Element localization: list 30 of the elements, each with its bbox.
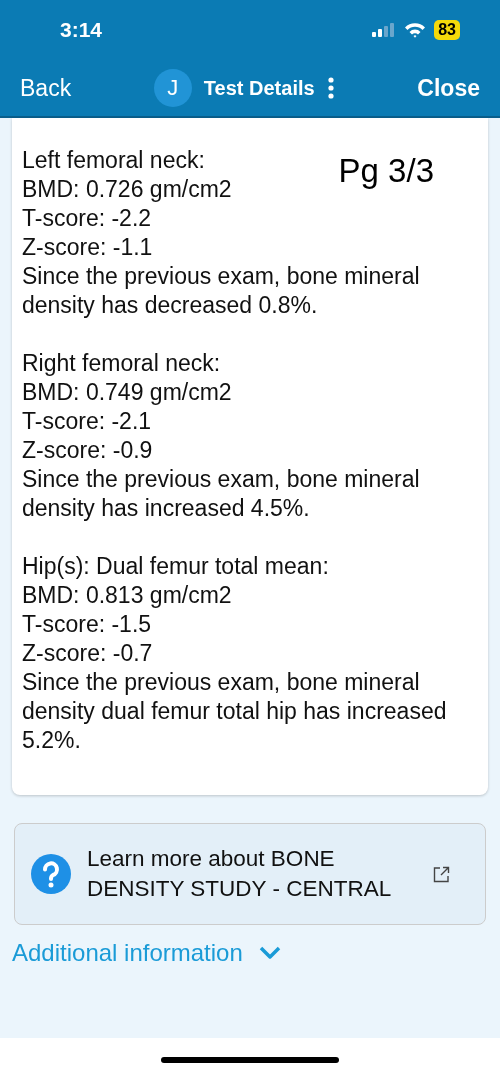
section-heading: Right femoral neck: (22, 350, 221, 376)
comparison-text: Since the previous exam, bone mineral density has increased 4.5%. (22, 465, 421, 523)
chevron-icon (258, 946, 281, 960)
measurement-text: Z-score: -0.9 (22, 436, 154, 465)
close-button[interactable]: Close (417, 74, 480, 102)
comparison-text: Since the previous exam, bone mineral density has decreased 0.8%. (22, 262, 421, 320)
comparison-text: Since the previous exam, bone mineral density dual femur total hip has increased 5.2%. (22, 668, 448, 755)
measurement-text: BMD: 0.726 gm/cm2 (22, 175, 233, 204)
page-number: Pg 3/3 (338, 152, 434, 190)
section-heading: Left femoral neck: (22, 147, 205, 173)
page-title: Test Details (203, 76, 315, 100)
battery-indicator: 83 (434, 20, 460, 40)
external-link-icon (433, 865, 450, 883)
measurement-text: Z-score: -1.1 (22, 233, 154, 262)
signal-icon (372, 23, 397, 37)
section-heading: Hip(s): Dual femur total mean: (22, 553, 329, 579)
wifi-icon (404, 22, 427, 38)
measurement-text: T-score: -2.2 (22, 204, 153, 233)
learn-more-link[interactable]: Learn more about BONE DENSITY STUDY - CENTRAL (14, 823, 486, 925)
additional-information-toggle[interactable]: Additional information (12, 925, 281, 981)
back-button[interactable]: Back (20, 74, 72, 102)
help-icon (31, 854, 71, 894)
avatar[interactable]: J (153, 69, 192, 107)
more-icon[interactable] (326, 76, 335, 100)
status-time: 3:14 (60, 18, 103, 42)
measurement-text: T-score: -1.5 (22, 610, 153, 639)
measurement-text: T-score: -2.1 (22, 407, 153, 436)
measurement-text: BMD: 0.813 gm/cm2 (22, 581, 233, 610)
measurement-text: BMD: 0.749 gm/cm2 (22, 378, 233, 407)
measurement-text: Z-score: -0.7 (22, 639, 154, 668)
